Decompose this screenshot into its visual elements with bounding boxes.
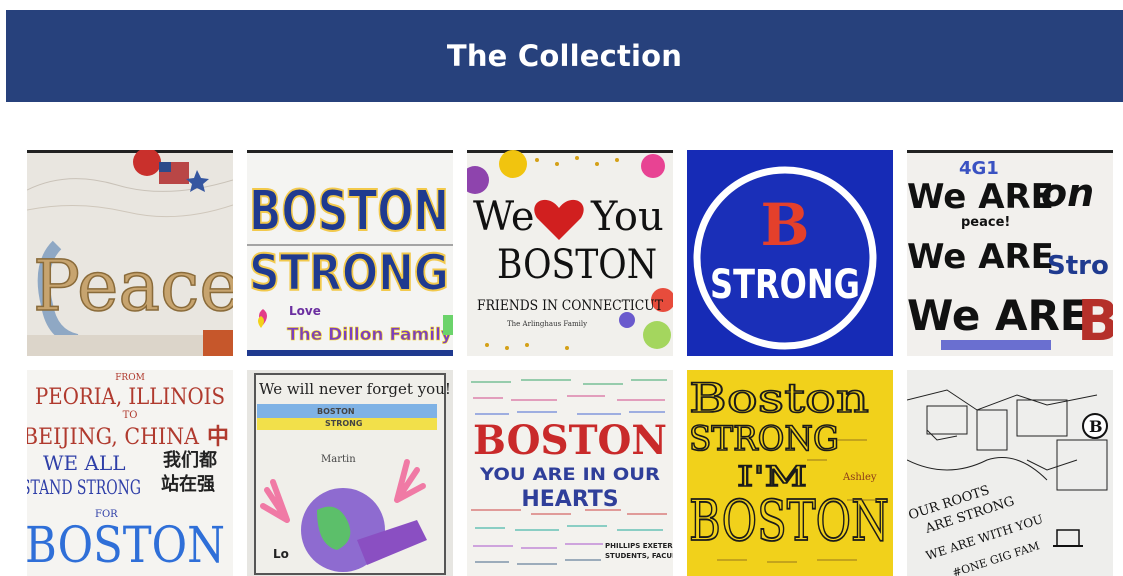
tile-text: Martin — [321, 454, 356, 465]
tile-text: We ARE — [907, 237, 1054, 277]
tile-text: PHILLIPS EXETER A — [605, 542, 673, 550]
collection-image: We will never forget you! BOSTON STRONG … — [247, 370, 453, 576]
tile-text: BEIJING, CHINA — [27, 425, 200, 450]
tile-text: BOSTON — [317, 407, 355, 416]
tile-text: 4G1 — [959, 158, 999, 179]
tile-text: STRONG — [325, 419, 362, 428]
collection-image: Boston STRONG I'M BOSTON Ashley — [687, 370, 893, 576]
collection-item-im-boston[interactable]: Boston STRONG I'M BOSTON Ashley — [687, 370, 893, 576]
collection-item-our-roots[interactable]: B OUR ROOTS ARE STRONG WE ARE WITH YOU #… — [907, 370, 1113, 576]
tile-text: PEORIA, ILLINOIS — [35, 385, 225, 410]
tile-text: STRONG — [689, 419, 839, 459]
collection-item-peace[interactable]: Peace — [27, 150, 233, 356]
tile-text: BOSTON — [497, 242, 657, 288]
collection-image: Peace — [27, 150, 233, 356]
tile-text: FRIENDS IN CONNECTICUT — [477, 298, 664, 314]
tile-text: HEARTS — [521, 487, 618, 512]
tile-text: BOSTON — [689, 489, 889, 554]
tile-text: BOSTON — [473, 417, 667, 464]
tile-text: We will never forget you! — [259, 380, 451, 398]
svg-text:Lo: Lo — [273, 547, 289, 561]
page-title: The Collection — [446, 39, 683, 73]
tile-text: peace! — [961, 215, 1010, 230]
tile-text: The Dillon Family — [287, 325, 452, 345]
collection-image: BOSTON STRONG Love The Dillon Family — [247, 150, 453, 356]
collection-image: B OUR ROOTS ARE STRONG WE ARE WITH YOU #… — [907, 370, 1113, 576]
tile-text: STUDENTS, FACULTY & — [605, 552, 673, 560]
tile-text: TO — [123, 410, 138, 421]
collection-item-in-our-hearts[interactable]: BOSTON YOU ARE IN OUR HEARTS PHILLIPS EX… — [467, 370, 673, 576]
tile-text: You — [590, 194, 664, 240]
tile-text: YOU ARE IN OUR — [479, 465, 660, 485]
tile-text: B — [1089, 417, 1103, 436]
tile-text: Ashley — [842, 472, 877, 483]
collection-item-we-love-you-boston[interactable]: We You BOSTON FRIENDS IN CONNECTICUT The… — [467, 150, 673, 356]
collection-image: 4G1 We ARE peace! on We ARE Stro We ARE … — [907, 150, 1113, 356]
collection-item-peoria-beijing[interactable]: FROM PEORIA, ILLINOIS TO BEIJING, CHINA … — [27, 370, 233, 576]
collection-image: We You BOSTON FRIENDS IN CONNECTICUT The… — [467, 150, 673, 356]
tile-text: BOSTON — [249, 179, 449, 244]
collection-image: B STRONG — [687, 150, 893, 356]
collection-item-never-forget[interactable]: We will never forget you! BOSTON STRONG … — [247, 370, 453, 576]
tile-text: 我们都 — [163, 449, 217, 471]
tile-text: We — [473, 194, 535, 240]
tile-text: WE ALL — [43, 451, 126, 475]
tile-text: STRONG — [710, 262, 860, 308]
tile-text: 站在强 — [161, 473, 215, 495]
tile-text: FROM — [115, 373, 145, 383]
tile-text: Love — [289, 304, 321, 318]
collection-image: FROM PEORIA, ILLINOIS TO BEIJING, CHINA … — [27, 370, 233, 576]
collection-item-boston-strong[interactable]: BOSTON STRONG Love The Dillon Family — [247, 150, 453, 356]
tile-text: We ARE — [907, 177, 1054, 217]
collection-item-we-are[interactable]: 4G1 We ARE peace! on We ARE Stro We ARE … — [907, 150, 1113, 356]
tile-text: We ARE — [907, 291, 1088, 340]
tile-text: Peace — [33, 245, 233, 327]
tile-text: STAND STRONG — [27, 475, 141, 499]
collection-item-b-strong[interactable]: B STRONG — [687, 150, 893, 356]
tile-text: The Arlinghaus Family — [507, 320, 587, 328]
page-header: The Collection — [6, 10, 1123, 102]
tile-text: BOSTON — [27, 516, 225, 574]
tile-text: on — [1041, 171, 1094, 215]
tile-text: B — [1077, 289, 1113, 354]
tile-text: B — [760, 191, 809, 259]
tile-text: Stro — [1047, 251, 1109, 281]
collection-image: BOSTON YOU ARE IN OUR HEARTS PHILLIPS EX… — [467, 370, 673, 576]
tile-text: Boston — [689, 376, 869, 422]
tile-text: 中 — [207, 425, 229, 450]
tile-text: STRONG — [249, 244, 449, 302]
